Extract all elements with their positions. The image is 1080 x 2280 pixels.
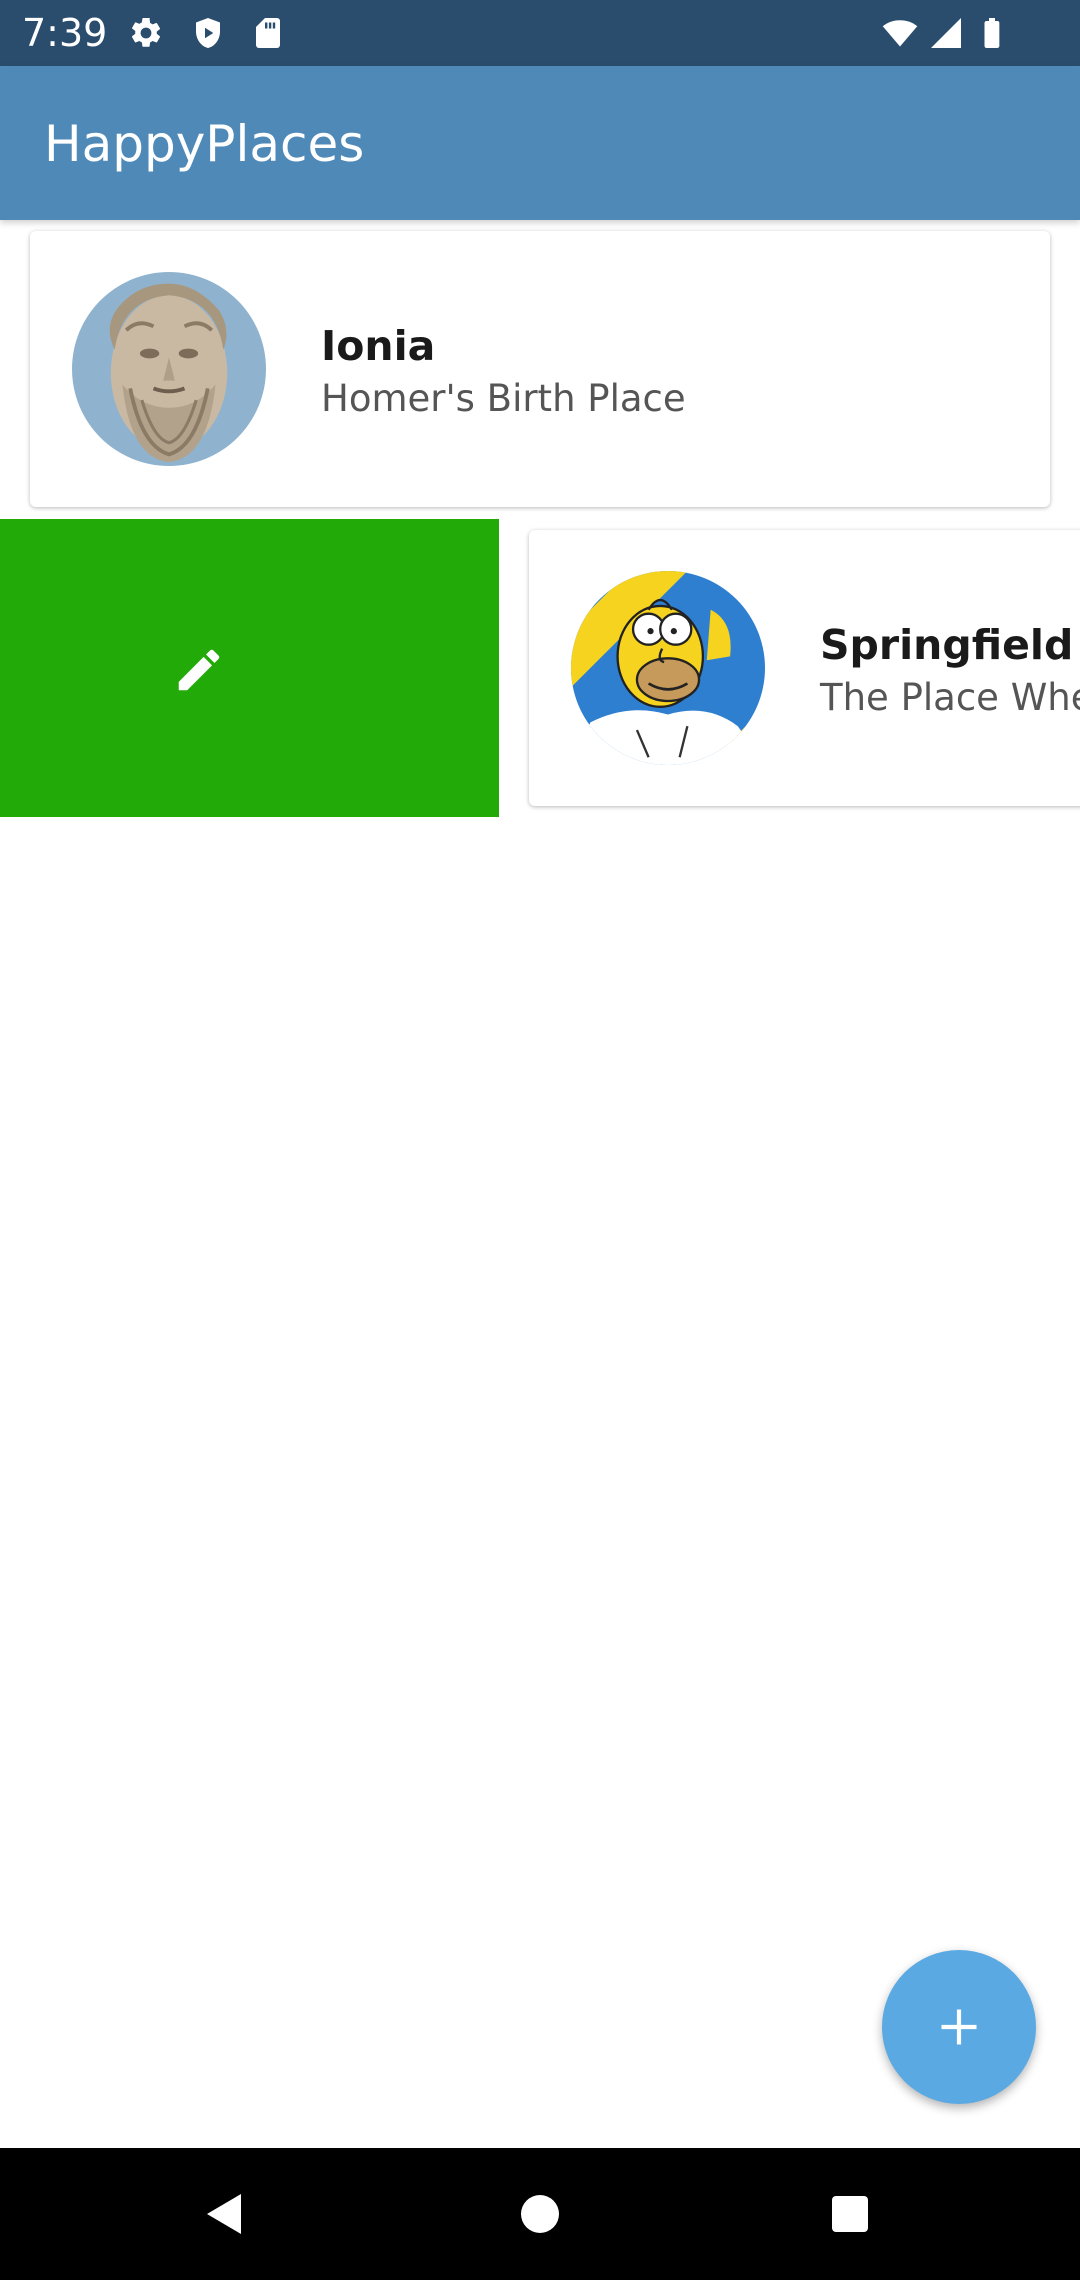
place-card[interactable]: Springfield The Place Whe — [529, 530, 1080, 806]
signal-icon — [928, 15, 964, 51]
place-card[interactable]: Ionia Homer's Birth Place — [30, 231, 1050, 507]
status-time: 7:39 — [22, 11, 108, 55]
edit-icon — [172, 643, 226, 697]
status-bar: 7:39 — [0, 0, 1080, 66]
navigation-bar — [0, 2148, 1080, 2280]
back-icon[interactable] — [201, 2190, 249, 2238]
sd-card-icon — [250, 15, 286, 51]
place-title: Ionia — [321, 322, 436, 370]
place-description: The Place Whe — [820, 676, 1080, 719]
screen: 7:39 HappyPlaces Ionia Homer's Birth Pla… — [0, 0, 1080, 2280]
shield-icon — [190, 15, 226, 51]
homer-bust-avatar — [72, 272, 266, 466]
app-title: HappyPlaces — [44, 115, 365, 173]
recents-icon[interactable] — [826, 2190, 874, 2238]
place-description: Homer's Birth Place — [321, 377, 686, 420]
wifi-icon — [882, 15, 918, 51]
swipe-edit-background[interactable] — [0, 519, 499, 817]
place-title: Springfield — [820, 621, 1074, 669]
home-icon[interactable] — [516, 2190, 564, 2238]
app-bar: HappyPlaces — [0, 66, 1080, 220]
plus-icon — [938, 2006, 980, 2048]
add-place-button[interactable] — [882, 1950, 1036, 2104]
battery-icon — [974, 15, 1010, 51]
settings-icon — [128, 15, 164, 51]
homer-simpson-avatar — [571, 571, 765, 765]
